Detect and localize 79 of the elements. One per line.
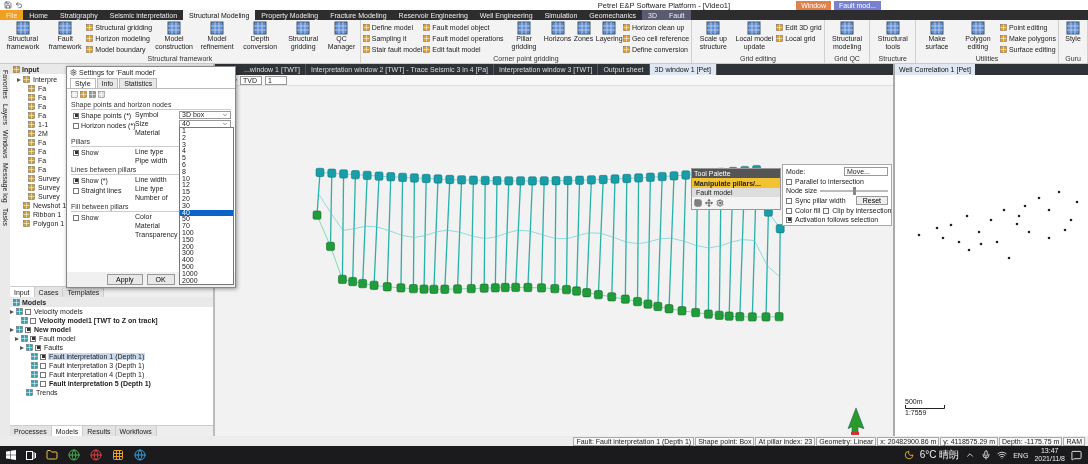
north-arrow-icon bbox=[847, 407, 865, 435]
grid-icon bbox=[334, 21, 349, 35]
grid-icon bbox=[999, 34, 1007, 42]
grid-icon bbox=[602, 21, 617, 35]
save-icon[interactable] bbox=[4, 1, 12, 9]
grid-icon bbox=[622, 34, 630, 42]
checkbox[interactable] bbox=[73, 112, 79, 119]
grid-icon bbox=[423, 34, 431, 42]
grid-icon bbox=[167, 21, 182, 35]
notification-icon[interactable] bbox=[1071, 449, 1082, 461]
checkbox[interactable] bbox=[73, 214, 79, 221]
grid-icon bbox=[747, 21, 762, 35]
checkbox[interactable] bbox=[786, 216, 792, 223]
settings-icon[interactable] bbox=[716, 199, 724, 207]
grid-icon bbox=[930, 21, 945, 35]
grid-icon bbox=[776, 34, 784, 42]
checkbox[interactable] bbox=[40, 353, 46, 360]
checkbox[interactable] bbox=[73, 177, 79, 184]
checkbox[interactable] bbox=[40, 362, 46, 369]
undo-icon[interactable] bbox=[15, 1, 23, 9]
grid-icon bbox=[1066, 21, 1080, 35]
grid-icon bbox=[517, 21, 531, 35]
grid-icon bbox=[16, 21, 30, 35]
checkbox[interactable] bbox=[73, 149, 79, 156]
grid-icon bbox=[706, 21, 721, 35]
windows-logo-icon[interactable] bbox=[6, 450, 16, 460]
grid-icon bbox=[999, 45, 1007, 53]
grid-icon bbox=[776, 23, 784, 31]
checkbox[interactable] bbox=[30, 335, 36, 342]
checkbox[interactable] bbox=[30, 317, 36, 324]
grid-icon bbox=[296, 21, 311, 35]
weather-text[interactable]: 6°C 晴朗 bbox=[919, 448, 960, 462]
checkbox[interactable] bbox=[823, 207, 830, 214]
grid-icon bbox=[80, 91, 87, 98]
grid-icon bbox=[423, 23, 431, 31]
grid-icon bbox=[86, 23, 94, 31]
checkbox[interactable] bbox=[786, 178, 792, 185]
move-icon[interactable] bbox=[705, 199, 713, 207]
expander-icon[interactable] bbox=[17, 77, 21, 82]
checkbox[interactable] bbox=[786, 207, 792, 214]
checkbox[interactable] bbox=[35, 344, 41, 351]
app-icon[interactable] bbox=[112, 449, 124, 461]
grid-icon bbox=[550, 21, 565, 35]
checkbox[interactable] bbox=[40, 371, 46, 378]
grid-icon bbox=[253, 21, 268, 35]
slider-thumb[interactable] bbox=[852, 186, 856, 195]
grid-icon bbox=[86, 34, 94, 42]
grid-icon bbox=[622, 23, 630, 31]
moon-icon bbox=[903, 450, 914, 460]
grid-icon bbox=[999, 23, 1007, 31]
globe-icon[interactable] bbox=[134, 449, 146, 461]
checkbox[interactable] bbox=[25, 326, 31, 333]
grid-icon bbox=[58, 21, 73, 35]
microphone-icon[interactable] bbox=[981, 450, 992, 460]
task-view-icon[interactable] bbox=[26, 450, 36, 460]
grid-icon bbox=[362, 45, 370, 53]
globe-icon[interactable] bbox=[68, 449, 80, 461]
grid-icon bbox=[362, 23, 370, 31]
globe-icon[interactable] bbox=[90, 449, 102, 461]
chevron-up-icon[interactable] bbox=[965, 450, 976, 460]
grid-icon bbox=[622, 45, 630, 53]
grid-icon bbox=[970, 21, 985, 35]
settings-icon bbox=[70, 69, 77, 76]
grid-icon bbox=[885, 21, 900, 35]
checkbox[interactable] bbox=[786, 197, 792, 204]
checkbox[interactable] bbox=[73, 122, 79, 129]
grid-icon bbox=[86, 45, 94, 53]
grid-icon bbox=[423, 45, 431, 53]
checkbox[interactable] bbox=[73, 187, 79, 194]
grid-icon bbox=[362, 34, 370, 42]
grid-icon bbox=[576, 21, 591, 35]
network-icon[interactable] bbox=[997, 450, 1008, 460]
scale-bar-icon bbox=[905, 405, 945, 409]
checkbox[interactable] bbox=[25, 308, 31, 315]
grid-icon[interactable] bbox=[694, 199, 702, 207]
grid-icon bbox=[89, 91, 96, 98]
grid-icon bbox=[840, 21, 855, 35]
grid-icon bbox=[210, 21, 225, 35]
checkbox[interactable] bbox=[40, 380, 46, 387]
